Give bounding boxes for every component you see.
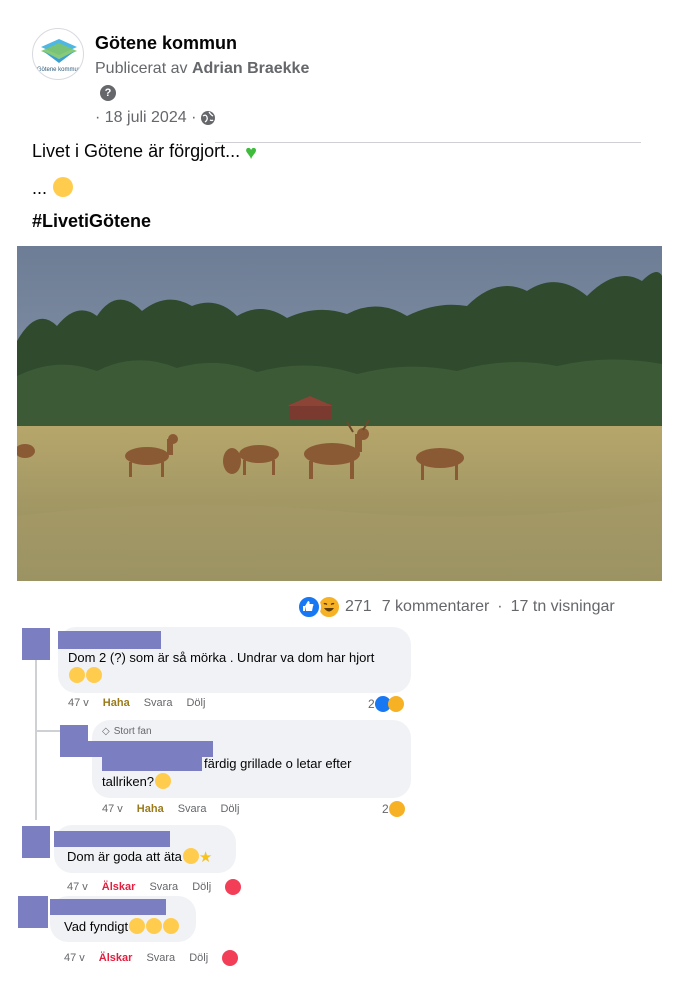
redacted-mention	[102, 757, 202, 771]
laughing-emoji-icon	[146, 918, 163, 934]
upside-down-emoji-icon	[69, 667, 85, 683]
commenter-name[interactable]	[88, 741, 213, 757]
love-icon[interactable]	[225, 879, 242, 895]
comment-age[interactable]: 47 v	[64, 952, 85, 964]
comment-reaction-count[interactable]: 2	[368, 696, 404, 712]
publisher-name[interactable]: Adrian Braekke	[192, 60, 309, 77]
header-divider	[215, 142, 641, 143]
comment-text: Vad fyndigt	[64, 918, 180, 936]
comment-reaction-count[interactable]: 2	[382, 801, 405, 817]
comment-text-value: tallriken?	[102, 774, 155, 789]
diamond-icon: ◇	[102, 726, 110, 737]
rofl-emoji-icon	[163, 918, 180, 934]
comment-text-line-1: färdig grillade o letar efter	[204, 756, 352, 771]
post-photo[interactable]	[17, 246, 662, 581]
hide-button[interactable]: Dölj	[220, 803, 239, 815]
post-text-line-1: Livet i Götene är förgjort... ♥	[32, 141, 257, 165]
page-name[interactable]: Götene kommun	[95, 33, 237, 54]
hide-button[interactable]: Dölj	[189, 952, 208, 964]
hide-button[interactable]: Dölj	[192, 881, 211, 893]
fan-badge: ◇ Stort fan	[102, 726, 152, 737]
comment-text-value: Dom 2 (?) som är så mörka . Undrar va do…	[68, 650, 375, 665]
views-count: 17 tn visningar	[510, 598, 615, 615]
shocked-emoji-icon	[53, 177, 74, 197]
haha-icon	[388, 801, 405, 817]
haha-icon	[387, 696, 404, 712]
comment-text: Dom är goda att äta ★	[67, 848, 212, 867]
commenter-avatar[interactable]	[22, 826, 50, 858]
stats-separator: ·	[497, 598, 503, 615]
comment-text-value: Dom är goda att äta	[67, 849, 182, 864]
reply-button[interactable]: Svara	[146, 952, 175, 964]
post-text-2: ...	[32, 178, 48, 198]
reaction-stats-bar: 271 7 kommentarer · 17 tn visningar	[297, 594, 615, 620]
commenter-name[interactable]	[50, 899, 166, 915]
published-prefix: Publicerat av	[95, 60, 188, 77]
reply-button[interactable]: Svara	[178, 803, 207, 815]
commenter-name[interactable]	[58, 631, 161, 649]
commenter-avatar[interactable]	[60, 725, 88, 757]
comment-text-line-2: tallriken?	[102, 773, 172, 791]
comment-actions: 47 v Älskar Svara Dölj	[64, 950, 239, 966]
green-heart-icon: ♥	[245, 142, 257, 164]
hide-button[interactable]: Dölj	[186, 697, 205, 709]
reaction-label[interactable]: Haha	[137, 803, 164, 815]
commenter-avatar[interactable]	[22, 628, 50, 660]
post-text-1: Livet i Götene är förgjort...	[32, 141, 241, 161]
comment-text-value: Vad fyndigt	[64, 919, 129, 934]
comment-text: Dom 2 (?) som är så mörka . Undrar va do…	[68, 649, 374, 685]
badge-label: Stort fan	[113, 726, 152, 737]
post-text-line-2: ...	[32, 177, 74, 199]
smile-emoji-icon	[182, 848, 199, 864]
hashtag-link[interactable]: #LivetiGötene	[32, 211, 151, 232]
comment-reaction-number: 2	[368, 697, 375, 711]
thinking-emoji-icon	[155, 773, 172, 789]
reply-button[interactable]: Svara	[144, 697, 173, 709]
comment-reaction-number: 2	[382, 802, 389, 816]
comment-actions: 47 v Haha Svara Dölj	[68, 697, 205, 709]
comment-actions: 47 v Älskar Svara Dölj	[67, 879, 242, 895]
comment-age[interactable]: 47 v	[68, 697, 89, 709]
post-date[interactable]: · 18 juli 2024 ·	[95, 109, 196, 127]
published-by: Publicerat av Adrian Braekke	[95, 60, 309, 78]
comment-age[interactable]: 47 v	[67, 881, 88, 893]
svg-text:Götene kommun: Götene kommun	[37, 67, 81, 73]
comments-count[interactable]: 7 kommentarer	[382, 598, 490, 616]
smile-emoji-icon	[129, 918, 146, 934]
star-emoji-icon: ★	[198, 849, 213, 866]
reaction-count[interactable]: 271	[345, 598, 372, 616]
grin-emoji-icon	[86, 667, 102, 683]
help-icon[interactable]: ?	[100, 85, 116, 101]
reply-button[interactable]: Svara	[149, 881, 178, 893]
comment-age[interactable]: 47 v	[102, 803, 123, 815]
post-date-row: · 18 juli 2024 ·	[95, 109, 216, 127]
page-avatar[interactable]: Götene kommun	[32, 28, 84, 80]
commenter-avatar[interactable]	[18, 896, 48, 928]
commenter-name[interactable]	[54, 831, 170, 847]
reaction-label[interactable]: Älskar	[99, 952, 133, 964]
thread-line	[35, 660, 37, 820]
like-icon[interactable]	[297, 595, 321, 619]
love-icon[interactable]	[222, 950, 239, 966]
comment-actions: 47 v Haha Svara Dölj	[102, 803, 239, 815]
globe-icon	[201, 111, 216, 125]
logo-graphic: Götene kommun	[37, 39, 81, 73]
thread-connector	[35, 730, 63, 732]
reaction-label[interactable]: Haha	[103, 697, 130, 709]
reaction-label[interactable]: Älskar	[102, 881, 136, 893]
